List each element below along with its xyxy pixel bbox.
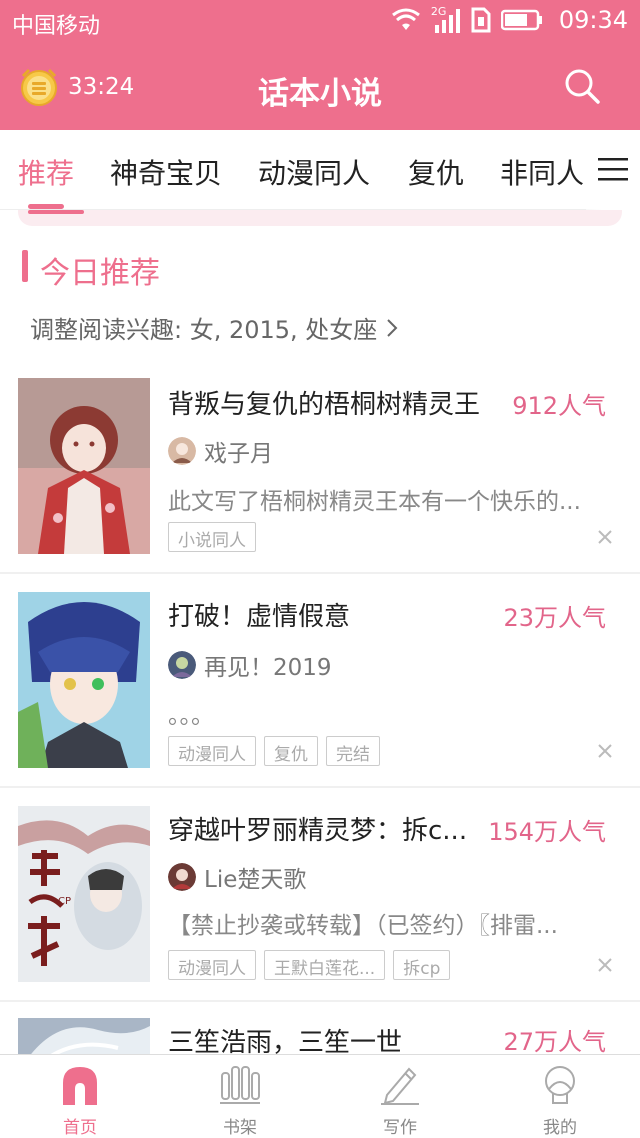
story-tag[interactable]: 拆cp [393,950,451,980]
nav-home[interactable]: 首页 [30,1063,130,1138]
chevron-right-icon [387,318,398,337]
nav-bookshelf[interactable]: 书架 [190,1063,290,1138]
wifi-icon [391,8,420,30]
tab-more-button[interactable] [586,130,640,210]
story-title[interactable]: 穿越叶罗丽精灵梦：拆c... [168,810,467,847]
author-name: 再见！2019 [204,655,332,681]
story-item[interactable]: 三笙浩雨，三笙一世 27万人气 [0,1002,640,1062]
section-accent-bar [22,250,28,282]
interest-text: 调整阅读兴趣: 女, 2015, 处女座 [30,316,378,344]
story-cover[interactable] [18,378,150,554]
author-name: 戏子月 [204,441,273,467]
menu-icon [598,158,628,181]
status-icons: 2G 09:34 [391,5,628,34]
story-description: 【禁止抄袭或转载】（已签约）〖排雷... [168,913,558,939]
svg-text:CP: CP [58,896,71,907]
story-cover[interactable] [18,1018,150,1058]
story-description: 。。。 [168,703,214,729]
app-header: 33:24 话本小说 [0,44,640,130]
close-icon[interactable] [596,528,614,546]
clock-time: 09:34 [558,6,628,34]
section-title: 今日推荐 [40,256,160,291]
story-tag[interactable]: 小说同人 [168,522,256,552]
banner-edge [18,210,622,226]
pen-icon [381,1067,419,1105]
story-cover[interactable] [18,592,150,768]
story-tag[interactable]: 动漫同人 [168,950,256,980]
author-name: Lie楚天歌 [204,867,307,893]
story-tag[interactable]: 王默白莲花... [264,950,386,980]
story-title[interactable]: 背叛与复仇的梧桐树精灵王 [168,384,480,421]
nav-write[interactable]: 写作 [350,1063,450,1138]
story-item[interactable]: CP 穿越叶罗丽精灵梦：拆c... 154万人气 Lie楚天歌 【禁止抄袭或转载… [0,788,640,1002]
author-row[interactable]: 戏子月 [168,434,273,468]
nav-profile[interactable]: 我的 [510,1063,610,1138]
network-type: 2G [431,5,461,33]
tab-revenge[interactable]: 复仇 [408,152,464,192]
popularity-count: 154万人气 [488,818,606,846]
tab-non-fanfic[interactable]: 非同人 [500,152,584,192]
story-title[interactable]: 打破！虚情假意 [168,596,350,633]
popularity-count: 912人气 [512,392,606,420]
app-title: 话本小说 [258,76,382,112]
nav-label: 书架 [223,1118,257,1138]
active-tab-indicator [28,204,64,209]
sim-icon [471,7,491,33]
story-cover[interactable]: CP [18,806,150,982]
story-tag[interactable]: 完结 [326,736,380,766]
author-row[interactable]: Lie楚天歌 [168,860,306,894]
battery-icon [500,9,542,31]
story-item[interactable]: 背叛与复仇的梧桐树精灵王 912人气 戏子月 此文写了梧桐树精灵王本有一个快乐的… [0,360,640,574]
avatar [168,437,196,465]
story-tags: 动漫同人 王默白莲花... 拆cp [168,950,451,980]
story-tag[interactable]: 动漫同人 [168,736,256,766]
home-icon [63,1067,97,1105]
story-tags: 动漫同人 复仇 完结 [168,736,380,766]
avatar [168,651,196,679]
nav-label: 写作 [383,1118,417,1138]
popularity-count: 23万人气 [503,604,606,632]
author-row[interactable]: 再见！2019 [168,648,332,682]
nav-label: 我的 [543,1118,577,1138]
close-icon[interactable] [596,956,614,974]
category-tabs: 推荐 神奇宝贝 动漫同人 复仇 非同人 [0,130,640,210]
story-item[interactable]: 打破！虚情假意 23万人气 再见！2019 。。。 动漫同人 复仇 完结 [0,574,640,788]
avatar [168,863,196,891]
popularity-count: 27万人气 [503,1028,606,1056]
story-description: 此文写了梧桐树精灵王本有一个快乐的... [168,489,581,515]
tab-recommend[interactable]: 推荐 [18,152,74,192]
close-icon[interactable] [596,742,614,760]
story-tags: 小说同人 [168,522,256,552]
nav-label: 首页 [63,1118,97,1138]
story-tag[interactable]: 复仇 [264,736,318,766]
bottom-navigation: 首页 书架 写作 我的 [0,1054,640,1138]
bookshelf-icon [220,1066,260,1104]
tab-anime-fanfic[interactable]: 动漫同人 [258,152,370,192]
search-icon[interactable] [562,66,602,106]
carrier-name: 中国移动 [12,14,101,39]
profile-icon [545,1066,575,1104]
status-bar: 中国移动 2G 09:34 [0,0,640,44]
adjust-interest-link[interactable]: 调整阅读兴趣: 女, 2015, 处女座 [30,310,399,345]
tab-pokemon[interactable]: 神奇宝贝 [110,152,222,192]
